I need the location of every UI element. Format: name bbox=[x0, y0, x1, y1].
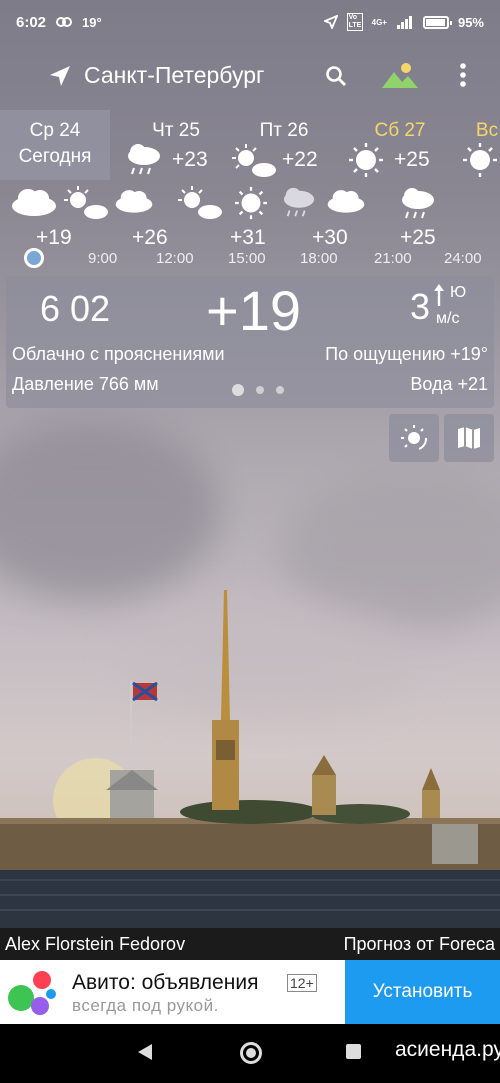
page-dot bbox=[256, 386, 264, 394]
map-icon bbox=[458, 427, 480, 449]
home-icon[interactable] bbox=[240, 1042, 262, 1064]
sun-cycle-icon bbox=[401, 425, 428, 450]
wind-unit: м/с bbox=[436, 310, 460, 327]
day-tab-sun[interactable]: Вс bbox=[460, 110, 500, 180]
watermark: асиенда.ру bbox=[395, 1038, 500, 1061]
photo-credit-bar: Alex Florstein Fedorov Прогноз от Foreca bbox=[0, 928, 500, 960]
hour-time: 21:00 bbox=[374, 250, 412, 267]
day-temp: +25 bbox=[394, 148, 430, 171]
current-temperature: +19 bbox=[206, 279, 301, 342]
ad-banner[interactable]: Авито: объявления 12+ всегда под рукой. … bbox=[0, 960, 500, 1024]
condition-text: Облачно с прояснениями bbox=[12, 344, 225, 364]
more-vert-icon[interactable] bbox=[458, 62, 468, 88]
feels-like: По ощущению +19° bbox=[325, 344, 488, 364]
search-icon[interactable] bbox=[324, 64, 348, 88]
sun-cloud-icon bbox=[232, 144, 276, 177]
rain-cloud-icon bbox=[402, 188, 434, 219]
battery-icon bbox=[422, 15, 452, 29]
temperature-notification: 19° bbox=[82, 14, 102, 30]
day-sub: Сегодня bbox=[18, 146, 92, 167]
day-name: Сб 27 bbox=[374, 120, 426, 141]
rain-cloud-icon bbox=[283, 187, 315, 217]
sun-icon bbox=[349, 143, 383, 177]
recents-icon[interactable] bbox=[346, 1044, 361, 1059]
current-time: 6 02 bbox=[40, 288, 111, 329]
day-name: Чт 25 bbox=[152, 120, 200, 141]
location-arrow-icon[interactable] bbox=[48, 64, 72, 88]
current-time-marker bbox=[24, 248, 44, 268]
battery-level: 95% bbox=[457, 14, 484, 30]
map-button[interactable] bbox=[444, 414, 494, 462]
sun-cloud-icon bbox=[64, 186, 108, 219]
wind-direction: Ю bbox=[450, 284, 467, 301]
day-name: Пт 26 bbox=[259, 120, 309, 141]
wind-speed: 3 bbox=[410, 286, 431, 327]
hourly-forecast-strip[interactable]: +19 +26 +31 +30 +25 9:00 12:00 15:00 18:… bbox=[0, 180, 500, 272]
install-button[interactable]: Установить bbox=[345, 960, 500, 1024]
day-tab-today[interactable]: Ср 24 Сегодня bbox=[0, 110, 110, 180]
cloud-icon bbox=[115, 190, 153, 213]
sun-cloud-icon bbox=[178, 186, 222, 219]
network-type: 4G+ bbox=[371, 17, 387, 27]
page-dot-active bbox=[232, 384, 244, 396]
system-nav-bar: асиенда.ру bbox=[0, 1024, 500, 1083]
hour-time: 9:00 bbox=[88, 250, 118, 267]
back-icon[interactable] bbox=[138, 1044, 152, 1060]
pressure: Давление 766 мм bbox=[12, 374, 159, 394]
hour-temp: +25 bbox=[400, 226, 436, 249]
hour-time: 12:00 bbox=[156, 250, 194, 267]
link-icon bbox=[56, 17, 73, 27]
page-dot bbox=[276, 386, 284, 394]
ad-title: Авито: объявления bbox=[72, 971, 259, 994]
day-tab-fri[interactable]: Пт 26 +22 bbox=[230, 110, 338, 180]
sun-icon bbox=[234, 186, 268, 220]
hour-temp: +31 bbox=[230, 226, 266, 249]
ad-subtitle: всегда под рукой. bbox=[72, 996, 219, 1015]
hour-temp: +30 bbox=[312, 226, 348, 249]
signal-icon bbox=[396, 16, 412, 29]
hour-time: 24:00 bbox=[444, 250, 482, 267]
volte-icon: Vo LTE bbox=[346, 13, 363, 31]
daily-forecast-strip: Ср 24 Сегодня Чт 25 +23 Пт 26 +22 Сб 27 … bbox=[0, 110, 500, 180]
clock: 6:02 bbox=[16, 13, 47, 31]
day-tab-sat[interactable]: Сб 27 +25 bbox=[346, 110, 454, 180]
hour-temp: +26 bbox=[132, 226, 168, 249]
city-name[interactable]: Санкт-Петербург bbox=[84, 62, 264, 89]
page-indicator bbox=[232, 384, 284, 396]
landscape-icon[interactable] bbox=[382, 62, 418, 88]
day-temp: +22 bbox=[282, 148, 318, 171]
water-temperature: Вода +21 bbox=[410, 374, 488, 394]
day-name: Ср 24 bbox=[29, 120, 81, 141]
forecast-provider[interactable]: Прогноз от Foreca bbox=[344, 934, 495, 955]
photo-author[interactable]: Alex Florstein Fedorov bbox=[5, 934, 185, 955]
cloud-icon bbox=[12, 189, 56, 216]
app-toolbar: Санкт-Петербург bbox=[0, 52, 500, 100]
cloud-icon bbox=[327, 190, 365, 213]
hour-temp: +19 bbox=[36, 226, 72, 249]
hour-time: 18:00 bbox=[300, 250, 338, 267]
wind-arrow-icon bbox=[434, 284, 444, 306]
sun-icon bbox=[463, 143, 497, 177]
hour-time: 15:00 bbox=[228, 250, 266, 267]
avito-logo-icon bbox=[8, 971, 56, 1015]
current-conditions-panel[interactable]: 6 02 +19 3 Ю м/с Облачно с прояснениями … bbox=[6, 276, 494, 408]
day-temp: +23 bbox=[172, 148, 208, 171]
status-bar: 6:02 19° Vo LTE 4G+ 95% bbox=[0, 0, 500, 44]
rain-cloud-icon bbox=[128, 144, 160, 175]
age-rating-badge: 12+ bbox=[287, 974, 317, 992]
day-name: Вс bbox=[475, 120, 499, 141]
location-icon bbox=[323, 15, 338, 29]
day-tab-thu[interactable]: Чт 25 +23 bbox=[122, 110, 230, 180]
radar-button[interactable] bbox=[389, 414, 439, 462]
